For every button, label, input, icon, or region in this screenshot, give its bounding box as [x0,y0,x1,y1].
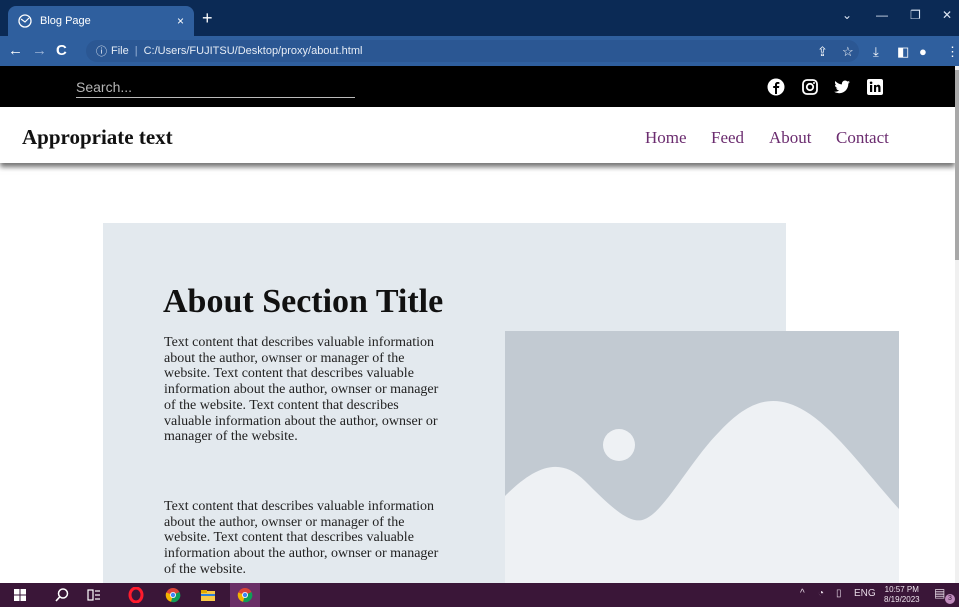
linkedin-icon[interactable] [866,78,884,96]
language-indicator[interactable]: ENG [854,588,876,599]
notification-count-badge: 3 [945,594,955,604]
twitter-icon[interactable] [833,78,851,96]
profile-icon[interactable]: ● [919,44,927,59]
top-bar [0,66,959,107]
nav-about[interactable]: About [769,128,812,148]
tab-close-icon[interactable]: × [177,14,184,28]
reload-icon[interactable]: C [56,42,67,59]
facebook-icon[interactable] [767,78,785,96]
url-separator: | [134,45,138,57]
battery-icon[interactable]: ▯ [836,588,842,599]
sidepanel-icon[interactable]: ◧ [897,44,909,60]
browser-tabstrip: Blog Page × + ⌄ — ❐ ✕ [0,0,959,36]
notification-icon[interactable]: ▤ [934,586,945,600]
browser-toolbar: ← → C ⓘ File | C:/Users/FUJITSU/Desktop/… [0,36,959,66]
star-icon[interactable]: ☆ [842,44,854,60]
close-window-icon[interactable]: ✕ [942,8,952,22]
image-placeholder [505,331,899,583]
search-input[interactable] [76,76,355,98]
image-placeholder-icon [505,331,899,583]
url-prefix: File [111,45,129,57]
about-paragraph: Text content that describes valuable inf… [164,335,439,445]
site-brand[interactable]: Appropriate text [22,125,173,150]
network-icon[interactable]: ◔ [818,588,824,599]
system-tray: ^ ◔ ▯ ENG 10:57 PM 8/19/2023 ▤ 3 [0,583,959,607]
clock-time: 10:57 PM [884,585,919,594]
globe-icon [18,14,32,28]
nav-home[interactable]: Home [645,128,687,148]
nav-contact[interactable]: Contact [836,128,889,148]
scrollbar-thumb[interactable] [955,70,959,260]
minimize-icon[interactable]: — [876,8,888,22]
info-icon[interactable]: ⓘ [96,43,107,59]
address-bar[interactable]: ⓘ File | C:/Users/FUJITSU/Desktop/proxy/… [86,40,859,62]
chevron-up-icon[interactable]: ^ [800,588,805,599]
url-text: C:/Users/FUJITSU/Desktop/proxy/about.htm… [143,45,363,57]
site-header: Appropriate text Home Feed About Contact [0,107,955,163]
back-icon[interactable]: ← [8,42,23,59]
taskbar-clock[interactable]: 10:57 PM 8/19/2023 [884,585,920,605]
restore-icon[interactable]: ❐ [910,8,921,22]
forward-icon[interactable]: → [32,42,47,59]
tab-title: Blog Page [40,15,91,27]
share-icon[interactable]: ⇪ [817,44,828,60]
about-title: About Section Title [163,283,444,320]
about-paragraph: Text content that describes valuable inf… [164,499,439,577]
download-icon[interactable]: ⤓ [873,44,879,60]
browser-tab[interactable]: Blog Page × [8,6,194,36]
clock-date: 8/19/2023 [884,595,920,604]
new-tab-button[interactable]: + [202,8,213,28]
tab-search-icon[interactable]: ⌄ [842,8,852,22]
menu-icon[interactable]: ⋮ [946,44,959,60]
nav-feed[interactable]: Feed [711,128,744,148]
instagram-icon[interactable] [801,78,819,96]
